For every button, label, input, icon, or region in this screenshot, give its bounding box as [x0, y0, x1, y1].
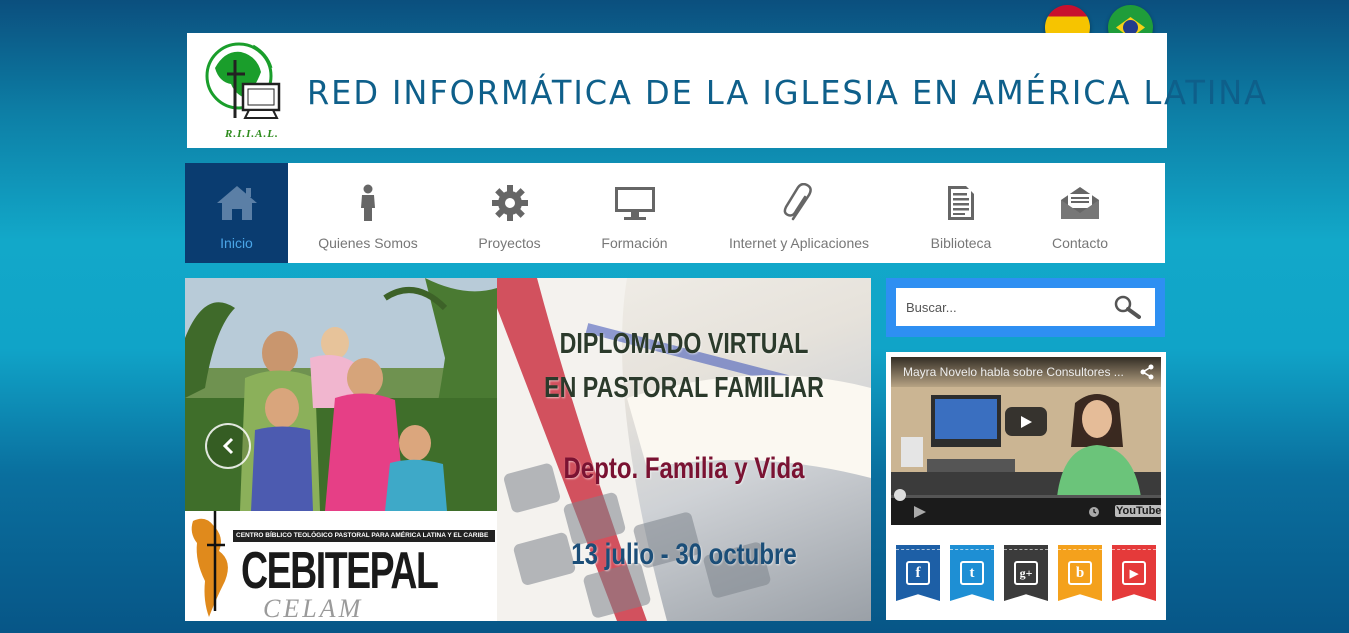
slide-department: Depto. Familia y Vida: [563, 452, 805, 485]
search-widget: [886, 278, 1165, 337]
ribbon-stitch: [1112, 549, 1156, 550]
blogger-button[interactable]: b: [1058, 545, 1102, 601]
google-plus-button[interactable]: g+: [1004, 545, 1048, 601]
watch-later-icon[interactable]: [1088, 506, 1100, 518]
slider-prev-button[interactable]: [205, 423, 251, 469]
cebitepal-logo: CENTRO BÍBLICO TEOLÓGICO PASTORAL PARA A…: [185, 511, 497, 621]
search-icon: [1114, 295, 1141, 319]
envelope-icon: [1060, 183, 1100, 223]
book-background: DIPLOMADO VIRTUAL EN PASTORAL FAMILIAR D…: [497, 278, 871, 621]
chevron-left-icon: [222, 437, 234, 455]
video-progress-bar[interactable]: [891, 489, 1161, 501]
blogger-icon: b: [1068, 561, 1092, 585]
nav-item-inicio[interactable]: Inicio: [185, 163, 288, 263]
ribbon-stitch: [1058, 549, 1102, 550]
nav-label: Formación: [601, 235, 668, 251]
nav-label: Inicio: [220, 235, 253, 251]
nav-label: Quienes Somos: [318, 235, 418, 251]
share-icon[interactable]: [1139, 364, 1155, 380]
hero-slider[interactable]: CENTRO BÍBLICO TEOLÓGICO PASTORAL PARA A…: [185, 278, 871, 621]
person-icon: [358, 183, 378, 223]
video-title[interactable]: Mayra Novelo habla sobre Consultores ...: [903, 365, 1133, 379]
nav-item-quienes-somos[interactable]: Quienes Somos: [288, 163, 448, 263]
nav-label: Contacto: [1051, 235, 1109, 251]
youtube-brand: YouTube: [1115, 505, 1161, 517]
video-play-button[interactable]: [1005, 407, 1047, 436]
social-links: f t g+ b ▶: [896, 545, 1156, 601]
home-icon: [215, 183, 259, 223]
youtube-video[interactable]: Mayra Novelo habla sobre Consultores ...…: [891, 357, 1161, 525]
monitor-icon: [614, 183, 656, 223]
paperclip-icon: [783, 183, 815, 223]
twitter-button[interactable]: t: [950, 545, 994, 601]
google-plus-icon: g+: [1014, 561, 1038, 585]
celam-text: CELAM: [263, 594, 364, 621]
slide-dates: 13 julio - 30 octubre: [571, 538, 797, 571]
nav-item-contacto[interactable]: Contacto: [1022, 163, 1138, 263]
document-icon: [947, 183, 975, 223]
nav-item-internet-aplicaciones[interactable]: Internet y Aplicaciones: [698, 163, 900, 263]
latin-america-map-icon: [191, 511, 228, 617]
control-play-icon[interactable]: [913, 506, 927, 518]
nav-label: Internet y Aplicaciones: [728, 235, 870, 251]
video-progress-knob[interactable]: [894, 489, 906, 501]
search-field-wrapper: [896, 288, 1155, 326]
search-input[interactable]: [896, 288, 1096, 326]
play-icon: [1021, 415, 1032, 428]
video-controls: YouTube: [891, 489, 1161, 525]
main-nav: Inicio Quienes Somos Proyectos Formación…: [185, 163, 1165, 263]
video-title-bar: Mayra Novelo habla sobre Consultores ...: [891, 357, 1161, 387]
cebitepal-name: CEBITEPAL: [241, 542, 439, 600]
facebook-button[interactable]: f: [896, 545, 940, 601]
search-button[interactable]: [1113, 295, 1141, 319]
nav-label: Proyectos: [478, 235, 541, 251]
youtube-icon: ▶: [1122, 561, 1146, 585]
slide-heading: DIPLOMADO VIRTUAL EN PASTORAL FAMILIAR: [534, 322, 833, 410]
nav-item-proyectos[interactable]: Proyectos: [448, 163, 571, 263]
sidebar-panel: Mayra Novelo habla sobre Consultores ...…: [886, 352, 1166, 620]
twitter-icon: t: [960, 561, 984, 585]
nav-label: Biblioteca: [930, 235, 992, 251]
nav-item-biblioteca[interactable]: Biblioteca: [900, 163, 1022, 263]
youtube-logo[interactable]: YouTube: [1115, 505, 1161, 517]
logo-text: R.I.I.A.L.: [225, 128, 279, 140]
site-title[interactable]: RED INFORMÁTICA DE LA IGLESIA EN AMÉRICA…: [307, 73, 1268, 112]
gear-icon: [491, 183, 529, 223]
site-header: R.I.I.A.L. RED INFORMÁTICA DE LA IGLESIA…: [187, 33, 1266, 148]
ribbon-stitch: [1004, 549, 1048, 550]
slide-heading-line2: EN PASTORAL FAMILIAR: [544, 372, 824, 404]
slide-heading-line1: DIPLOMADO VIRTUAL: [559, 328, 809, 360]
ribbon-stitch: [950, 549, 994, 550]
youtube-button[interactable]: ▶: [1112, 545, 1156, 601]
family-photo: [185, 278, 497, 511]
ribbon-stitch: [896, 549, 940, 550]
facebook-icon: f: [906, 561, 930, 585]
nav-item-formacion[interactable]: Formación: [571, 163, 698, 263]
